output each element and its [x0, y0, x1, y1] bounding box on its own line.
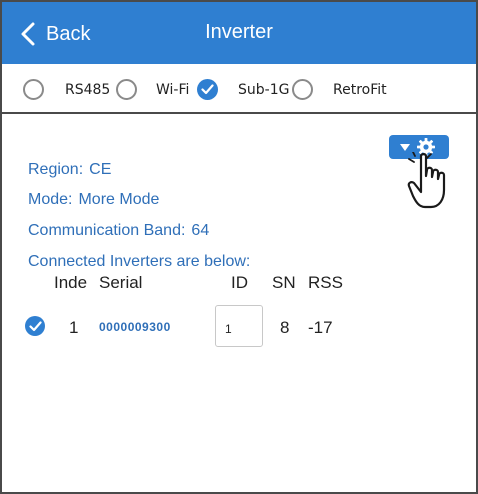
- row-serial: 0000009300: [99, 320, 171, 334]
- row-sn: 8: [280, 318, 290, 337]
- row-id-input[interactable]: [215, 305, 263, 347]
- row-index: 1: [69, 318, 79, 337]
- band-value: 64: [191, 222, 210, 239]
- hand-pointer-icon: [407, 152, 446, 209]
- connected-heading: Connected Inverters are below:: [28, 253, 251, 270]
- band-line: Communication Band: 64: [28, 222, 209, 240]
- column-header-index: Inde: [54, 273, 88, 292]
- radio-label-wifi[interactable]: Wi-Fi: [156, 82, 189, 98]
- radio-wifi[interactable]: [116, 79, 137, 100]
- radio-label-rs485[interactable]: RS485: [65, 82, 110, 98]
- region-line: Region: CE: [28, 161, 111, 179]
- mode-value: More Mode: [78, 191, 160, 208]
- radio-retrofit[interactable]: [292, 79, 313, 100]
- column-header-rss: RSS: [308, 273, 343, 292]
- row-select-checkbox[interactable]: [25, 316, 45, 336]
- column-header-id: ID: [231, 273, 248, 292]
- check-icon: [29, 321, 42, 332]
- app-frame: Back Inverter RS485 Wi-Fi Sub-1G RetroFi…: [0, 0, 478, 494]
- radio-rs485[interactable]: [23, 79, 44, 100]
- radio-label-sub1g[interactable]: Sub-1G: [238, 82, 289, 98]
- radio-sub1g[interactable]: [197, 79, 218, 100]
- region-value: CE: [89, 161, 112, 178]
- triangle-down-icon: [400, 144, 410, 151]
- mode-label: Mode:: [28, 191, 73, 208]
- column-header-sn: SN: [272, 273, 296, 292]
- page-title: Inverter: [205, 21, 273, 43]
- mode-line: Mode: More Mode: [28, 191, 159, 209]
- band-label: Communication Band:: [28, 222, 186, 239]
- radio-label-retrofit[interactable]: RetroFit: [333, 82, 387, 98]
- row-rss: -17: [308, 318, 333, 337]
- header-bar: Back Inverter: [2, 2, 476, 64]
- column-header-serial: Serial: [99, 273, 143, 292]
- check-icon: [201, 84, 214, 95]
- region-label: Region:: [28, 161, 84, 178]
